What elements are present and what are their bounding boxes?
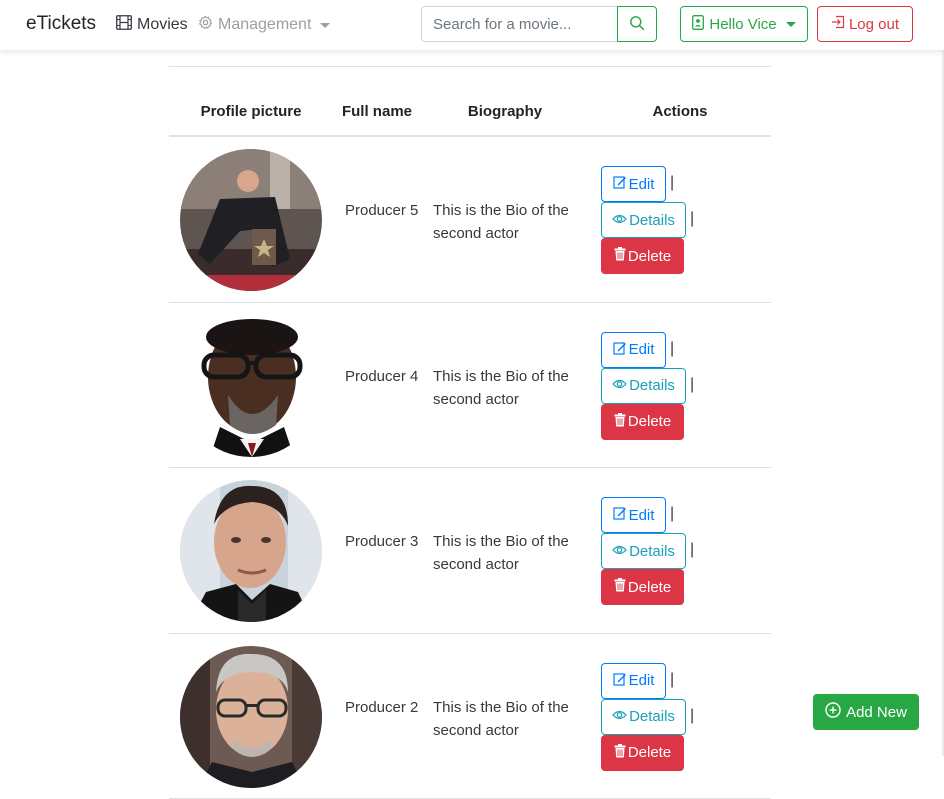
details-button[interactable]: Details — [601, 368, 686, 404]
delete-button[interactable]: Delete — [601, 238, 684, 274]
nav-movies[interactable]: Movies — [116, 15, 188, 35]
avatar — [180, 315, 322, 457]
add-new-button[interactable]: Add New — [813, 694, 919, 730]
edit-button[interactable]: Edit — [601, 332, 666, 368]
delete-button[interactable]: Delete — [601, 569, 684, 605]
separator: | — [690, 376, 694, 394]
details-button[interactable]: Details — [601, 699, 686, 735]
avatar — [180, 646, 322, 788]
table-row: Producer 4 This is the Bio of the second… — [169, 303, 771, 469]
details-label: Details — [629, 708, 675, 725]
producer-bio: This is the Bio of the second actor — [433, 365, 583, 411]
separator: | — [670, 671, 674, 689]
edit-label: Edit — [629, 176, 655, 193]
details-label: Details — [629, 377, 675, 394]
delete-label: Delete — [628, 744, 671, 761]
avatar — [180, 149, 322, 291]
edit-icon — [613, 175, 627, 193]
delete-button[interactable]: Delete — [601, 735, 684, 771]
eye-icon — [612, 212, 627, 229]
trash-icon — [614, 413, 626, 431]
edit-icon — [613, 672, 627, 690]
delete-label: Delete — [628, 248, 671, 265]
producer-name: Producer 4 — [345, 365, 425, 388]
separator: | — [690, 707, 694, 725]
producer-name: Producer 3 — [345, 530, 425, 553]
details-label: Details — [629, 543, 675, 560]
nav-management-dropdown[interactable]: Management — [198, 15, 330, 35]
eye-icon — [612, 543, 627, 560]
search-button[interactable] — [617, 6, 657, 42]
producer-name: Producer 2 — [345, 696, 425, 719]
search-input[interactable] — [421, 6, 618, 42]
logout-label: Log out — [849, 16, 899, 33]
plus-circle-icon — [825, 702, 841, 722]
edit-button[interactable]: Edit — [601, 663, 666, 699]
logout-button[interactable]: Log out — [817, 6, 913, 42]
edit-icon — [613, 341, 627, 359]
header-biography: Biography — [425, 100, 585, 123]
separator: | — [670, 505, 674, 523]
details-button[interactable]: Details — [601, 533, 686, 569]
search-icon — [629, 15, 645, 34]
table-row: Producer 5 This is the Bio of the second… — [169, 137, 771, 303]
delete-label: Delete — [628, 413, 671, 430]
table-row: Producer 3 This is the Bio of the second… — [169, 468, 771, 634]
edit-icon — [613, 506, 627, 524]
header-full-name: Full name — [337, 100, 417, 123]
producer-name: Producer 5 — [345, 199, 425, 222]
nav-movies-label: Movies — [137, 16, 188, 34]
trash-icon — [614, 578, 626, 596]
edit-button[interactable]: Edit — [601, 166, 666, 202]
chevron-down-icon — [786, 22, 796, 27]
eye-icon — [612, 708, 627, 725]
nav-management-label: Management — [218, 16, 311, 34]
avatar — [180, 480, 322, 622]
edit-label: Edit — [629, 507, 655, 524]
producer-bio: This is the Bio of the second actor — [433, 530, 583, 576]
trash-icon — [614, 247, 626, 265]
producer-bio: This is the Bio of the second actor — [433, 199, 583, 245]
trash-icon — [614, 744, 626, 762]
separator: | — [670, 174, 674, 192]
user-menu-label: Hello Vice — [709, 16, 776, 33]
gear-icon — [198, 15, 213, 35]
header-profile-picture: Profile picture — [169, 100, 333, 123]
separator: | — [690, 541, 694, 559]
film-icon — [116, 15, 132, 35]
separator: | — [690, 210, 694, 228]
edit-label: Edit — [629, 672, 655, 689]
producers-table: Profile picture Full name Biography Acti… — [169, 66, 771, 799]
user-menu-button[interactable]: Hello Vice — [680, 6, 808, 42]
edit-label: Edit — [629, 341, 655, 358]
producer-bio: This is the Bio of the second actor — [433, 696, 583, 742]
add-new-label: Add New — [846, 704, 907, 721]
separator: | — [670, 340, 674, 358]
table-row: Producer 2 This is the Bio of the second… — [169, 634, 771, 799]
table-header: Profile picture Full name Biography Acti… — [169, 67, 771, 137]
delete-label: Delete — [628, 579, 671, 596]
details-label: Details — [629, 212, 675, 229]
eye-icon — [612, 377, 627, 394]
edit-button[interactable]: Edit — [601, 497, 666, 533]
logout-icon — [831, 15, 845, 33]
brand-link[interactable]: eTickets — [26, 13, 96, 35]
chevron-down-icon — [320, 23, 330, 28]
navbar: eTickets Movies Management Hello Vice Lo… — [0, 0, 944, 50]
user-badge-icon — [692, 15, 704, 34]
delete-button[interactable]: Delete — [601, 404, 684, 440]
details-button[interactable]: Details — [601, 202, 686, 238]
header-actions: Actions — [599, 100, 761, 123]
